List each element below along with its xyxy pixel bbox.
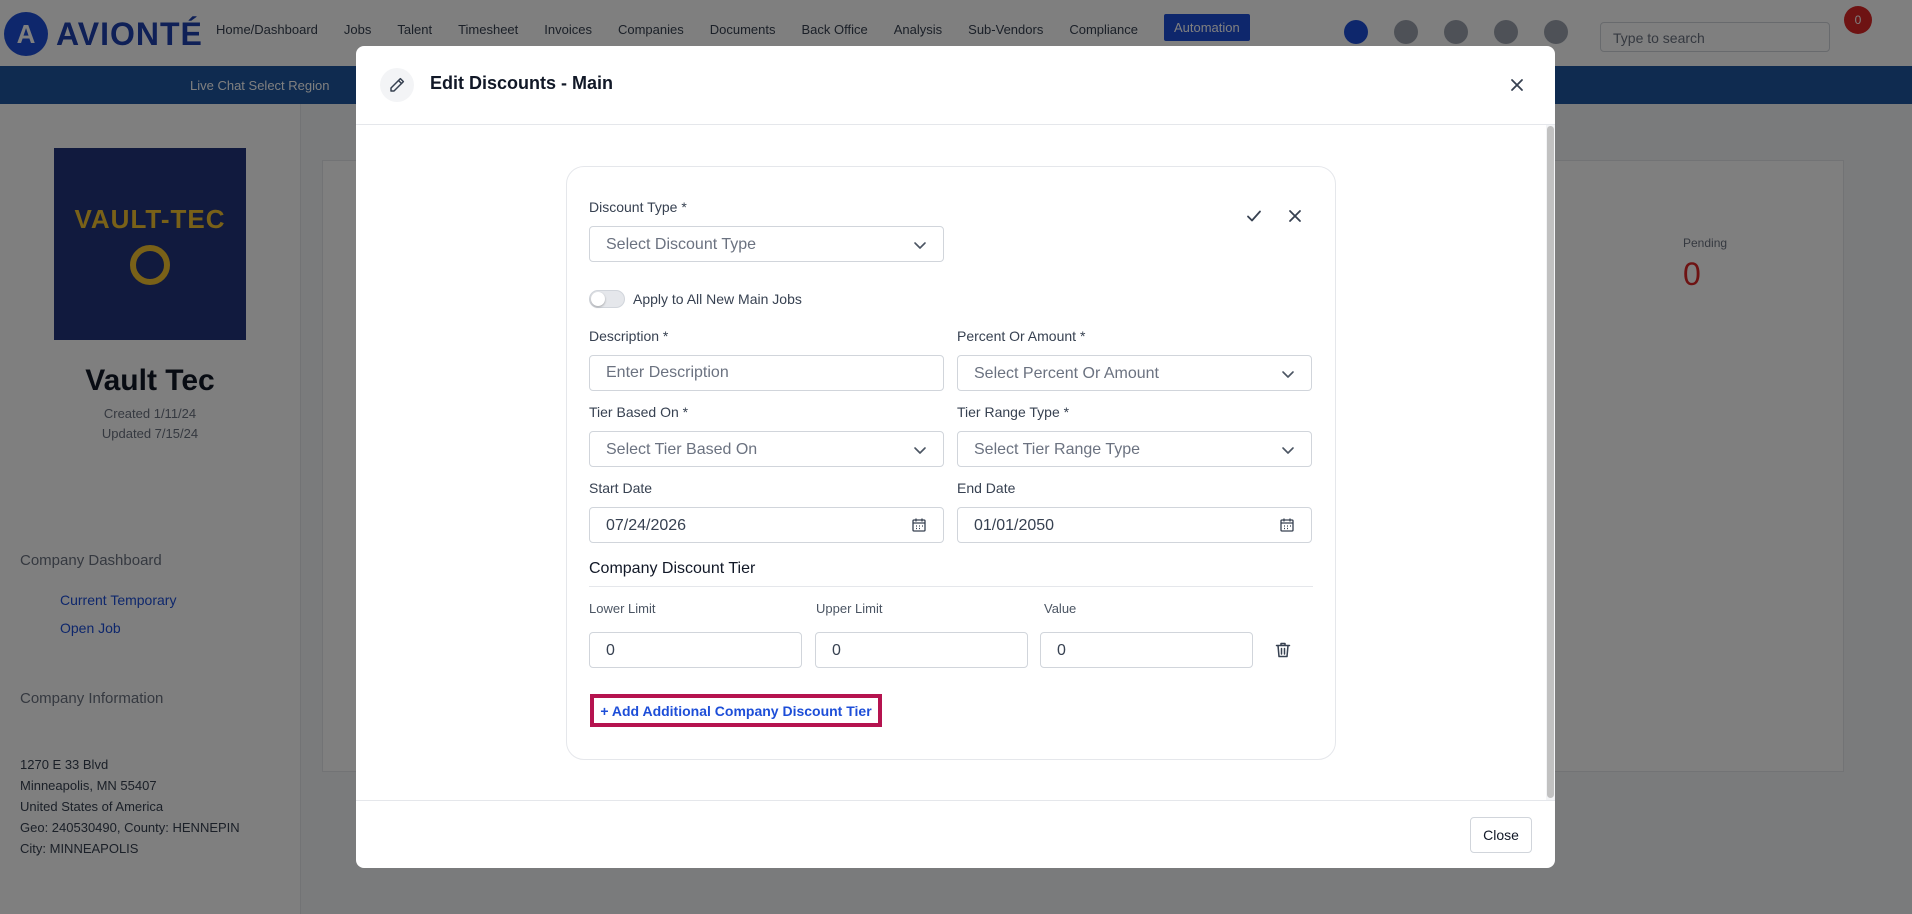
lower-limit-label: Lower Limit xyxy=(589,601,656,616)
calendar-icon[interactable] xyxy=(1279,517,1295,533)
tier-based-on-placeholder: Select Tier Based On xyxy=(606,441,758,458)
add-discount-tier-button[interactable]: + Add Additional Company Discount Tier xyxy=(590,694,882,727)
section-divider xyxy=(589,586,1313,587)
tier-based-on-label: Tier Based On * xyxy=(589,404,689,420)
chevron-down-icon xyxy=(1282,371,1294,378)
upper-limit-label: Upper Limit xyxy=(816,601,883,616)
value-input[interactable]: 0 xyxy=(1040,632,1253,668)
description-label: Description * xyxy=(589,328,669,344)
percent-or-amount-select[interactable]: Select Percent Or Amount xyxy=(957,355,1312,391)
modal-footer: Close xyxy=(356,800,1555,868)
start-date-label: Start Date xyxy=(589,480,653,496)
start-date-value: 07/24/2026 xyxy=(606,517,687,534)
end-date-label: End Date xyxy=(957,480,1016,496)
value-label: Value xyxy=(1044,601,1077,616)
calendar-icon[interactable] xyxy=(911,517,927,533)
discount-type-placeholder: Select Discount Type xyxy=(606,236,757,253)
discount-type-select[interactable]: Select Discount Type xyxy=(589,226,944,262)
close-button[interactable]: Close xyxy=(1470,817,1532,853)
modal-header: Edit Discounts - Main xyxy=(356,46,1555,125)
discount-type-label: Discount Type * xyxy=(589,199,687,215)
chevron-down-icon xyxy=(914,242,926,249)
apply-all-toggle[interactable] xyxy=(589,290,625,308)
percent-or-amount-label: Percent Or Amount * xyxy=(957,328,1086,344)
start-date-input[interactable]: 07/24/2026 xyxy=(589,507,944,543)
apply-all-label: Apply to All New Main Jobs xyxy=(633,291,802,307)
percent-or-amount-placeholder: Select Percent Or Amount xyxy=(974,365,1159,382)
end-date-input[interactable]: 01/01/2050 xyxy=(957,507,1312,543)
upper-limit-value: 0 xyxy=(832,642,841,659)
upper-limit-input[interactable]: 0 xyxy=(815,632,1028,668)
modal-title: Edit Discounts - Main xyxy=(430,73,614,93)
description-input[interactable] xyxy=(589,355,944,391)
toggle-knob xyxy=(591,292,605,306)
tier-value: 0 xyxy=(1057,642,1066,659)
end-date-value: 01/01/2050 xyxy=(974,517,1055,534)
pencil-icon xyxy=(380,68,414,102)
chevron-down-icon xyxy=(1282,447,1294,454)
tier-range-type-label: Tier Range Type * xyxy=(957,404,1070,420)
tier-based-on-select[interactable]: Select Tier Based On xyxy=(589,431,944,467)
tier-range-type-select[interactable]: Select Tier Range Type xyxy=(957,431,1312,467)
chevron-down-icon xyxy=(914,447,926,454)
modal-scrollbar-thumb[interactable] xyxy=(1547,126,1554,798)
check-icon[interactable] xyxy=(1242,204,1266,228)
tier-range-type-placeholder: Select Tier Range Type xyxy=(974,441,1141,458)
close-icon[interactable] xyxy=(1504,72,1530,98)
trash-icon[interactable] xyxy=(1271,638,1295,662)
lower-limit-input[interactable]: 0 xyxy=(589,632,802,668)
company-discount-tier-heading: Company Discount Tier xyxy=(589,560,756,577)
lower-limit-value: 0 xyxy=(606,642,615,659)
cancel-icon[interactable] xyxy=(1283,204,1307,228)
